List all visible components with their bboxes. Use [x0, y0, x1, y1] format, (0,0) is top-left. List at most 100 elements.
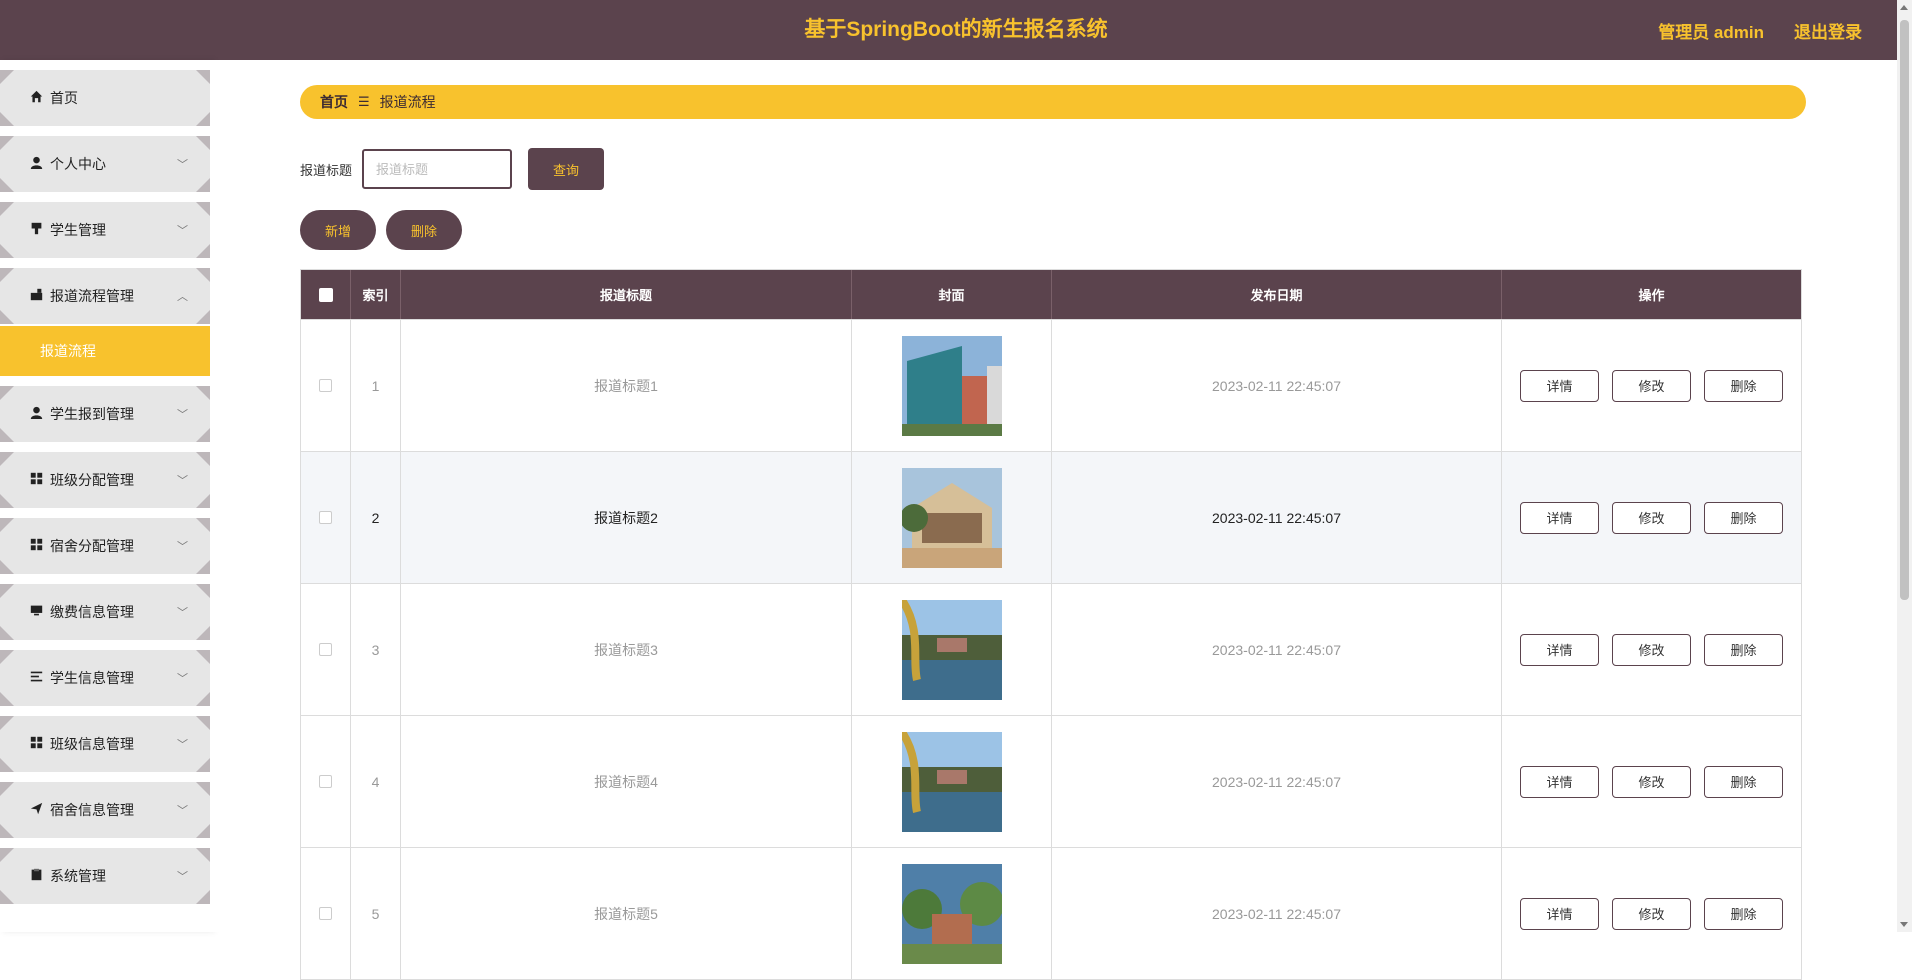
logout-link[interactable]: 退出登录: [1794, 18, 1862, 43]
chevron-down-icon: ﹀: [177, 673, 188, 685]
scroll-thumb[interactable]: [1900, 20, 1909, 600]
sidebar-item-class-info-mgmt[interactable]: 班级信息管理 ﹀: [0, 716, 210, 772]
row-title: 报道标题2: [401, 452, 852, 583]
sidebar-item-student-info-mgmt[interactable]: 学生信息管理 ﹀: [0, 650, 210, 706]
table-row: 3 报道标题3 2023-02-11 22:45:07 详情 修改 删除: [301, 583, 1801, 715]
row-date: 2023-02-11 22:45:07: [1052, 848, 1502, 979]
header-ops: 操作: [1638, 288, 1665, 303]
batch-delete-button[interactable]: 删除: [386, 210, 462, 250]
edit-button[interactable]: 修改: [1612, 633, 1691, 666]
chevron-down-icon: ﹀: [177, 475, 188, 487]
chevron-down-icon: ﹀: [177, 739, 188, 751]
delete-button[interactable]: 删除: [1704, 369, 1783, 402]
sidebar-item-dorm-info-mgmt[interactable]: 宿舍信息管理 ﹀: [0, 782, 210, 838]
chevron-down-icon: ﹀: [177, 607, 188, 619]
chevron-down-icon: ﹀: [177, 159, 188, 171]
search-button[interactable]: 查询: [528, 148, 605, 190]
cover-image: [901, 599, 1002, 700]
sidebar-item-label: 学生报到管理: [50, 406, 134, 422]
sidebar-item-class-assign-mgmt[interactable]: 班级分配管理 ﹀: [0, 452, 210, 508]
sidebar-item-home[interactable]: 首页: [0, 70, 210, 126]
header-title: 报道标题: [401, 270, 852, 319]
sidebar-item-personal-center[interactable]: 个人中心 ﹀: [0, 136, 210, 192]
row-checkbox[interactable]: [319, 643, 332, 656]
chevron-down-icon: ﹀: [177, 871, 188, 883]
page-scrollbar[interactable]: [1897, 0, 1912, 932]
clipboard-icon: [28, 868, 44, 884]
sidebar-item-label: 缴费信息管理: [50, 604, 134, 620]
home-icon: [28, 90, 44, 106]
header-user-area: 管理员 admin 退出登录: [1658, 0, 1862, 60]
sidebar-item-student-mgmt[interactable]: 学生管理 ﹀: [0, 202, 210, 258]
breadcrumb-home[interactable]: 首页: [320, 92, 348, 112]
sidebar-item-label: 报道流程管理: [50, 288, 134, 304]
table-row: 4 报道标题4 2023-02-11 22:45:07 详情 修改 删除: [301, 715, 1801, 847]
delete-button[interactable]: 删除: [1704, 765, 1783, 798]
chevron-down-icon: ﹀: [177, 541, 188, 553]
detail-button[interactable]: 详情: [1520, 765, 1599, 798]
header-date: 发布日期: [1052, 270, 1502, 319]
list-icon: [28, 670, 44, 686]
sidebar-subitem-report-flow[interactable]: 报道流程: [0, 326, 210, 376]
grid-icon: [28, 472, 44, 488]
breadcrumb-separator-icon: ☰: [358, 94, 370, 109]
chevron-down-icon: ﹀: [177, 805, 188, 817]
user-icon: [28, 406, 44, 422]
row-index: 2: [351, 452, 401, 583]
delete-button[interactable]: 删除: [1704, 897, 1783, 930]
sidebar-item-payment-mgmt[interactable]: 缴费信息管理 ﹀: [0, 584, 210, 640]
sidebar-item-label: 班级分配管理: [50, 472, 134, 488]
search-input[interactable]: [362, 149, 513, 189]
sidebar: 首页 个人中心 ﹀ 学生管理 ﹀ 报道流程管理 ︿ 报道流程 学生报到管理 ﹀ …: [0, 60, 212, 932]
scroll-down-icon[interactable]: [1900, 922, 1908, 927]
detail-button[interactable]: 详情: [1520, 633, 1599, 666]
edit-button[interactable]: 修改: [1612, 897, 1691, 930]
cover-image: [901, 335, 1002, 436]
cover-image: [901, 467, 1002, 568]
main-content: 首页 ☰ 报道流程 报道标题 查询 新增 删除 索引 报道标题 封面 发布日期 …: [212, 60, 1897, 980]
sidebar-item-label: 系统管理: [50, 868, 106, 884]
stamp-icon: [28, 222, 44, 238]
header-index: 索引: [351, 270, 401, 319]
sidebar-item-label: 学生管理: [50, 222, 106, 238]
sidebar-item-student-checkin-mgmt[interactable]: 学生报到管理 ﹀: [0, 386, 210, 442]
row-checkbox[interactable]: [319, 379, 332, 392]
edit-button[interactable]: 修改: [1612, 765, 1691, 798]
row-checkbox[interactable]: [319, 511, 332, 524]
chevron-down-icon: ﹀: [177, 225, 188, 237]
row-checkbox[interactable]: [319, 775, 332, 788]
sidebar-item-report-flow-mgmt[interactable]: 报道流程管理 ︿: [0, 268, 210, 324]
delete-button[interactable]: 删除: [1704, 633, 1783, 666]
admin-label: 管理员 admin: [1658, 22, 1764, 42]
row-date: 2023-02-11 22:45:07: [1052, 320, 1502, 451]
action-buttons: 新增 删除: [300, 210, 462, 250]
scroll-up-icon[interactable]: [1900, 5, 1908, 10]
row-index: 4: [351, 716, 401, 847]
delete-button[interactable]: 删除: [1704, 501, 1783, 534]
data-table: 索引 报道标题 封面 发布日期 操作 1 报道标题1 2023-02-11 22…: [300, 269, 1802, 980]
table-row: 5 报道标题5 2023-02-11 22:45:07 详情 修改 删除: [301, 847, 1801, 979]
detail-button[interactable]: 详情: [1520, 897, 1599, 930]
sidebar-item-system-mgmt[interactable]: 系统管理 ﹀: [0, 848, 210, 904]
paper-plane-icon: [28, 802, 44, 818]
select-all-checkbox[interactable]: [318, 287, 333, 302]
edit-button[interactable]: 修改: [1612, 369, 1691, 402]
row-title: 报道标题3: [401, 584, 852, 715]
monitor-icon: [28, 604, 44, 620]
detail-button[interactable]: 详情: [1520, 501, 1599, 534]
edit-button[interactable]: 修改: [1612, 501, 1691, 534]
add-button[interactable]: 新增: [300, 210, 376, 250]
bank-icon: [28, 288, 44, 304]
grid-icon: [28, 538, 44, 554]
breadcrumb: 首页 ☰ 报道流程: [300, 85, 1806, 119]
search-label: 报道标题: [300, 162, 353, 178]
sidebar-item-label: 学生信息管理: [50, 670, 134, 686]
table-row: 2 报道标题2 2023-02-11 22:45:07 详情 修改 删除: [301, 451, 1801, 583]
user-icon: [28, 156, 44, 172]
sidebar-item-dorm-assign-mgmt[interactable]: 宿舍分配管理 ﹀: [0, 518, 210, 574]
top-header: 基于SpringBoot的新生报名系统 管理员 admin 退出登录: [0, 0, 1912, 60]
row-title: 报道标题1: [401, 320, 852, 451]
row-checkbox[interactable]: [319, 907, 332, 920]
sidebar-item-label: 个人中心: [50, 156, 106, 172]
detail-button[interactable]: 详情: [1520, 369, 1599, 402]
